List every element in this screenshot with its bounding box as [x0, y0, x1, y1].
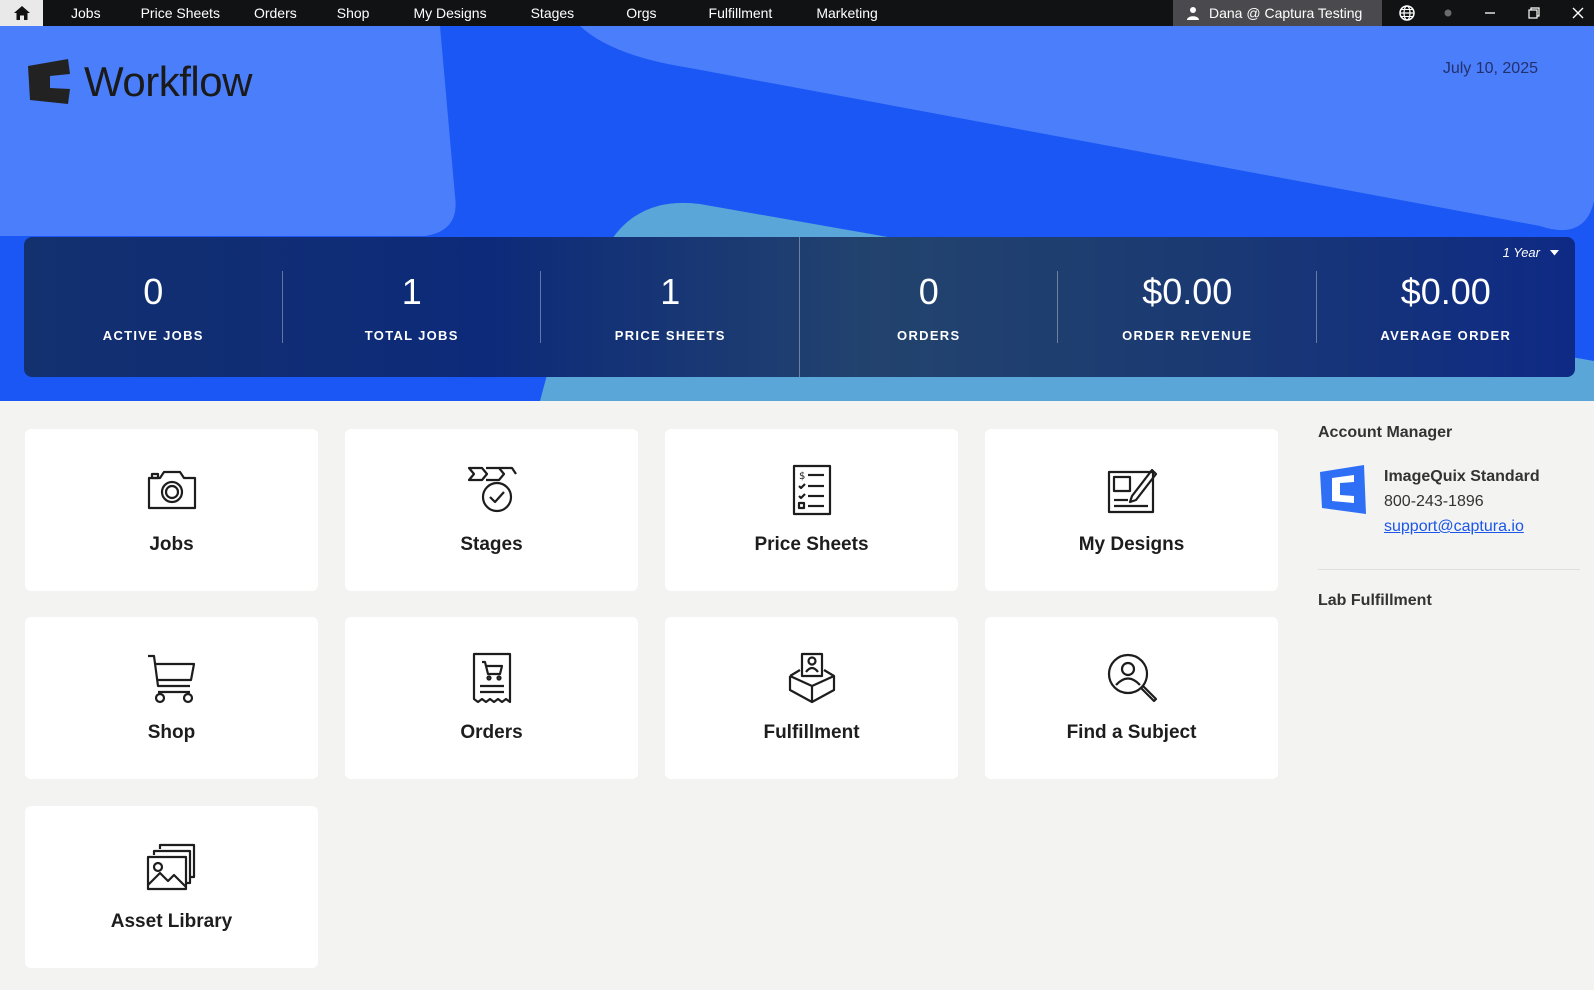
tile-label: Orders — [460, 722, 523, 743]
tile-orders[interactable]: Orders — [345, 617, 638, 779]
tile-label: Stages — [460, 534, 523, 555]
home-button[interactable] — [0, 0, 43, 26]
tile-price-sheets[interactable]: $ Price Sheets — [665, 429, 958, 591]
tile-fulfillment[interactable]: Fulfillment — [665, 617, 958, 779]
restore-icon — [1528, 7, 1540, 19]
workflow-logo: Workflow — [24, 58, 252, 106]
tile-stages[interactable]: Stages — [345, 429, 638, 591]
nav-jobs[interactable]: Jobs — [71, 5, 101, 21]
stat-price-sheets: 1 PRICE SHEETS — [541, 237, 800, 377]
tile-asset-library[interactable]: Asset Library — [25, 806, 318, 968]
tile-label: Jobs — [149, 534, 194, 555]
date-range-value: 1 Year — [1502, 245, 1540, 260]
stat-value: 0 — [918, 270, 939, 312]
user-name: Dana @ Captura Testing — [1209, 5, 1363, 21]
tile-shop[interactable]: Shop — [25, 617, 318, 779]
cart-icon — [147, 654, 195, 704]
tile-find-a-subject[interactable]: Find a Subject — [985, 617, 1278, 779]
divider — [1318, 569, 1580, 570]
account-manager-heading: Account Manager — [1318, 424, 1453, 441]
nav-price-sheets[interactable]: Price Sheets — [141, 5, 220, 21]
stat-active-jobs: 0 ACTIVE JOBS — [24, 237, 283, 377]
user-icon — [1187, 7, 1199, 20]
status-dot — [1440, 0, 1456, 26]
dot-icon — [1444, 9, 1452, 17]
minimize-button[interactable] — [1478, 0, 1502, 26]
tile-jobs[interactable]: Jobs — [25, 429, 318, 591]
tile-label: Shop — [147, 722, 196, 743]
plan-name: ImageQuix Standard — [1384, 468, 1540, 485]
captura-logo-icon — [1320, 465, 1366, 514]
nav-shop[interactable]: Shop — [337, 5, 370, 21]
current-date: July 10, 2025 — [1442, 60, 1538, 77]
price-list-icon: $ — [792, 464, 831, 516]
lab-fulfillment-heading: Lab Fulfillment — [1318, 592, 1432, 609]
user-account-button[interactable]: Dana @ Captura Testing — [1173, 0, 1382, 26]
svg-text:$: $ — [799, 471, 805, 482]
hero-banner: Workflow July 10, 2025 0 ACTIVE JOBS 1 T… — [0, 26, 1594, 401]
phone-number: 800-243-1896 — [1384, 493, 1484, 510]
stat-value: 1 — [660, 270, 681, 312]
design-edit-icon — [1107, 468, 1157, 514]
tile-label: Fulfillment — [763, 722, 860, 743]
nav-orgs[interactable]: Orgs — [626, 5, 656, 21]
globe-icon — [1399, 5, 1415, 21]
nav-stages[interactable]: Stages — [531, 5, 575, 21]
stat-label: ORDERS — [897, 327, 961, 343]
tile-label: Find a Subject — [1066, 722, 1197, 743]
main-nav: Jobs Price Sheets Orders Shop My Designs… — [71, 0, 878, 26]
tile-my-designs[interactable]: My Designs — [985, 429, 1278, 591]
account-manager-info: ImageQuix Standard 800-243-1896 support@… — [1384, 464, 1540, 539]
top-nav-bar: Jobs Price Sheets Orders Shop My Designs… — [0, 0, 1594, 26]
stat-order-revenue: $0.00 ORDER REVENUE — [1058, 237, 1317, 377]
support-email-link[interactable]: support@captura.io — [1384, 518, 1524, 535]
tile-label: My Designs — [1078, 534, 1185, 555]
restore-button[interactable] — [1522, 0, 1546, 26]
account-panel: Account Manager ImageQuix Standard 800-2… — [1318, 424, 1580, 610]
stages-check-icon — [467, 466, 517, 513]
app-title: Workflow — [84, 58, 252, 105]
stat-value: 1 — [401, 270, 422, 312]
nav-my-designs[interactable]: My Designs — [413, 5, 486, 21]
stat-total-jobs: 1 TOTAL JOBS — [283, 237, 541, 377]
tile-label: Price Sheets — [754, 534, 869, 555]
stat-label: ORDER REVENUE — [1122, 327, 1253, 343]
stat-label: AVERAGE ORDER — [1380, 327, 1512, 343]
person-search-icon — [1107, 653, 1157, 703]
nav-fulfillment[interactable]: Fulfillment — [709, 5, 773, 21]
stat-label: ACTIVE JOBS — [102, 327, 204, 343]
close-button[interactable] — [1566, 0, 1590, 26]
stat-label: TOTAL JOBS — [364, 327, 459, 343]
stat-value: $0.00 — [1142, 270, 1233, 312]
receipt-cart-icon — [472, 652, 511, 704]
images-icon — [146, 843, 195, 891]
stat-value: 0 — [143, 270, 164, 312]
caret-down-icon — [1550, 249, 1559, 255]
tile-label: Asset Library — [110, 911, 233, 932]
stat-label: PRICE SHEETS — [614, 327, 726, 343]
account-manager-card: ImageQuix Standard 800-243-1896 support@… — [1318, 464, 1580, 539]
stat-orders: 0 ORDERS — [800, 237, 1058, 377]
nav-marketing[interactable]: Marketing — [816, 5, 877, 21]
box-person-icon — [788, 652, 835, 704]
close-icon — [1572, 7, 1584, 19]
captura-logo-icon — [28, 59, 70, 104]
stats-panel: 0 ACTIVE JOBS 1 TOTAL JOBS 1 PRICE SHEET… — [24, 237, 1575, 377]
date-range-dropdown[interactable]: 1 Year — [1503, 245, 1559, 260]
nav-orders[interactable]: Orders — [254, 5, 297, 21]
home-icon — [13, 6, 30, 20]
camera-icon — [147, 470, 196, 510]
stat-value: $0.00 — [1400, 270, 1491, 312]
minimize-icon — [1485, 12, 1495, 14]
language-button[interactable] — [1396, 0, 1418, 26]
